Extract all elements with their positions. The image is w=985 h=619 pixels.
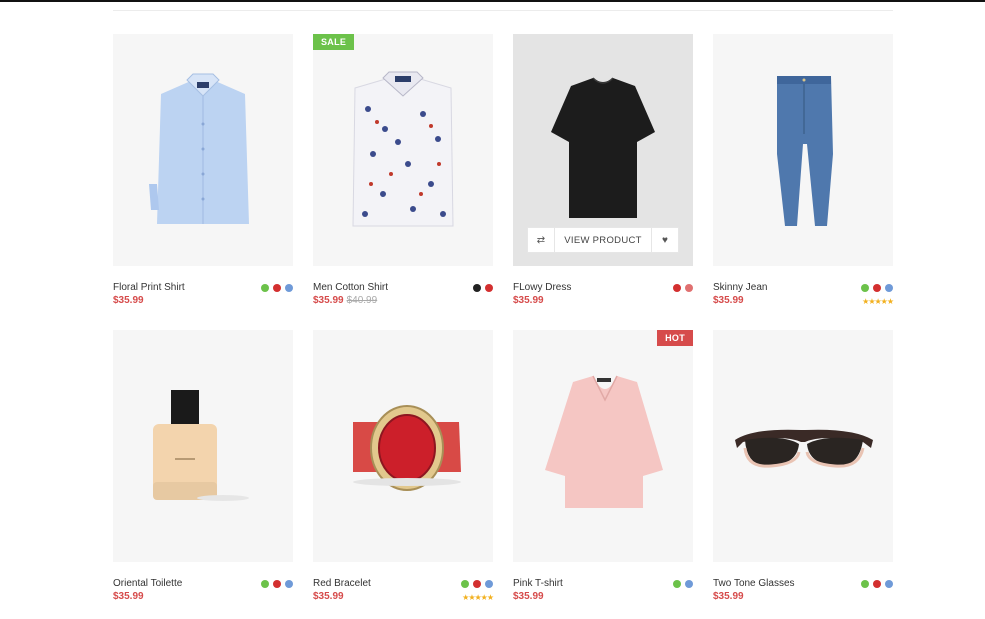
product-hover-actions: ⇄ VIEW PRODUCT ♥ — [527, 227, 679, 253]
product-card[interactable]: SALE Men Cotton Shirt $35.99 $40.99 — [313, 34, 493, 312]
color-swatch-red[interactable] — [873, 284, 881, 292]
color-swatch-green[interactable] — [861, 580, 869, 588]
product-image-red-bracelet[interactable] — [313, 330, 493, 562]
color-swatch-green[interactable] — [461, 580, 469, 588]
product-card[interactable]: Skinny Jean $35.99 ★★★★★ — [713, 34, 894, 312]
product-image-pink-blouse[interactable]: HOT — [513, 330, 693, 562]
color-swatch-red[interactable] — [473, 580, 481, 588]
color-swatch-black[interactable] — [473, 284, 481, 292]
color-swatch-red[interactable] — [485, 284, 493, 292]
product-price: $35.99 — [113, 295, 144, 306]
color-swatches — [861, 580, 893, 588]
product-name[interactable]: Two Tone Glasses — [713, 578, 795, 589]
heart-icon[interactable]: ♥ — [651, 227, 679, 253]
color-swatch-green[interactable] — [673, 580, 681, 588]
product-image-perfume-bottle[interactable] — [113, 330, 293, 562]
color-swatch-red[interactable] — [273, 284, 281, 292]
product-name[interactable]: Pink T-shirt — [513, 578, 563, 589]
star-rating: ★★★★★ — [862, 297, 894, 306]
product-card[interactable]: Oriental Toilette $35.99 — [113, 330, 293, 608]
current-price: $35.99 — [313, 295, 344, 306]
product-price: $35.99 — [713, 295, 744, 306]
color-swatches — [461, 580, 493, 588]
color-swatch-red[interactable] — [673, 284, 681, 292]
product-image-sunglasses[interactable] — [713, 330, 893, 562]
product-name[interactable]: Red Bracelet — [313, 578, 371, 589]
star-rating: ★★★★★ — [462, 593, 494, 602]
product-image-floral-print-shirt[interactable]: SALE — [313, 34, 493, 266]
product-card[interactable]: Two Tone Glasses $35.99 — [713, 330, 893, 608]
color-swatch-green[interactable] — [861, 284, 869, 292]
color-swatch-blue[interactable] — [485, 580, 493, 588]
color-swatch-blue[interactable] — [285, 284, 293, 292]
view-product-button[interactable]: VIEW PRODUCT — [555, 227, 651, 253]
color-swatch-red[interactable] — [873, 580, 881, 588]
product-card[interactable]: Floral Print Shirt $35.99 — [113, 34, 293, 312]
product-price: $35.99 — [113, 591, 144, 602]
product-price: $35.99 — [513, 295, 544, 306]
product-price: $35.99 — [313, 591, 344, 602]
product-card[interactable]: HOT Pink T-shirt $35.99 — [513, 330, 693, 608]
sale-badge: SALE — [313, 34, 355, 50]
product-name[interactable]: Men Cotton Shirt — [313, 282, 388, 293]
color-swatches — [261, 580, 293, 588]
color-swatches — [673, 580, 693, 588]
product-price: $35.99 — [513, 591, 544, 602]
color-swatches — [261, 284, 293, 292]
product-name[interactable]: Floral Print Shirt — [113, 282, 185, 293]
product-image-light-blue-dress-shirt[interactable] — [113, 34, 293, 266]
color-swatch-green[interactable] — [261, 580, 269, 588]
product-card[interactable]: ⇄ VIEW PRODUCT ♥ FLowy Dress $35.99 — [513, 34, 693, 312]
old-price: $40.99 — [346, 295, 378, 306]
product-card[interactable]: Red Bracelet $35.99 ★★★★★ — [313, 330, 494, 608]
product-image-black-dress[interactable]: ⇄ VIEW PRODUCT ♥ — [513, 34, 693, 266]
color-swatch-blue[interactable] — [685, 580, 693, 588]
product-price: $35.99 $40.99 — [313, 295, 377, 306]
color-swatch-red[interactable] — [273, 580, 281, 588]
top-border — [0, 0, 985, 2]
color-swatch-blue[interactable] — [885, 580, 893, 588]
section-divider — [113, 10, 893, 11]
color-swatch-blue[interactable] — [885, 284, 893, 292]
color-swatches — [673, 284, 693, 292]
product-image-blue-jeans[interactable] — [713, 34, 893, 266]
product-name[interactable]: Skinny Jean — [713, 282, 767, 293]
color-swatch-blue[interactable] — [285, 580, 293, 588]
color-swatch-salmon[interactable] — [685, 284, 693, 292]
color-swatches — [861, 284, 893, 292]
color-swatches — [473, 284, 493, 292]
product-name[interactable]: Oriental Toilette — [113, 578, 182, 589]
compare-icon[interactable]: ⇄ — [527, 227, 555, 253]
product-price: $35.99 — [713, 591, 744, 602]
color-swatch-green[interactable] — [261, 284, 269, 292]
product-name[interactable]: FLowy Dress — [513, 282, 571, 293]
hot-badge: HOT — [657, 330, 693, 346]
